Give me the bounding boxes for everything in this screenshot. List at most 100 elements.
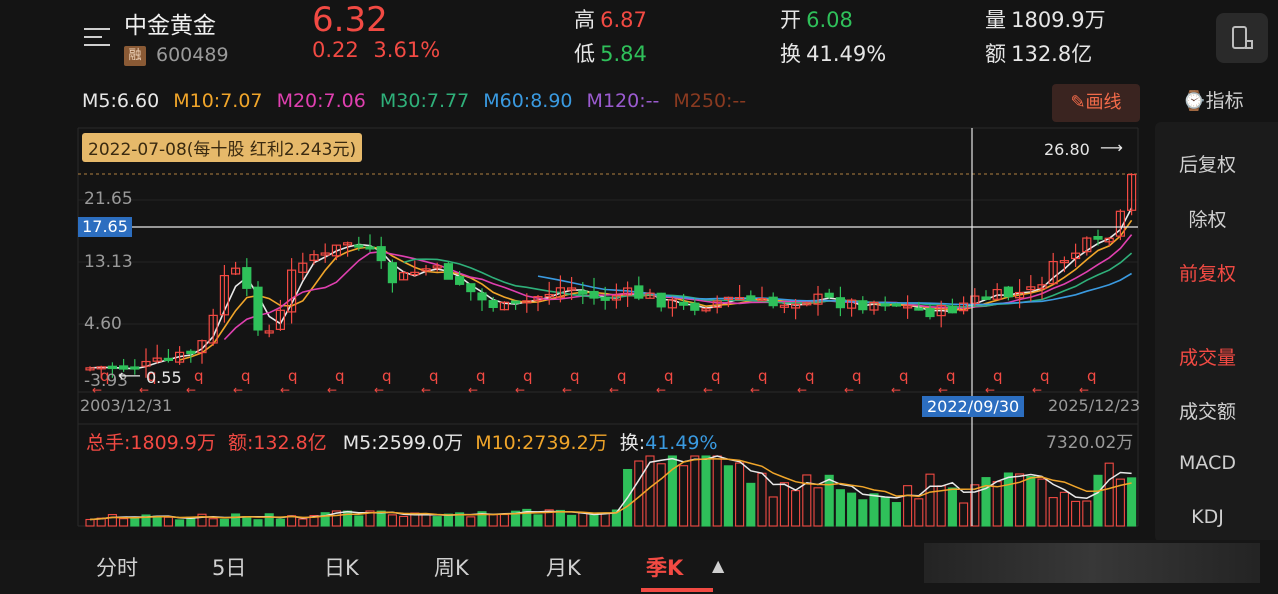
candle: [1093, 229, 1103, 246]
volume-bar: [679, 465, 689, 527]
volume-bar: [634, 460, 644, 527]
volume-bar: [231, 513, 241, 527]
candle-body: [186, 350, 196, 355]
crosshair-price-label: 17.65: [78, 217, 132, 237]
active-tab-indicator: [641, 588, 713, 592]
volume-turnover-value: 41.49%: [645, 432, 718, 454]
candle-body: [107, 365, 118, 370]
candle: [734, 284, 745, 301]
candle: [1037, 276, 1047, 300]
candle: [163, 349, 173, 363]
candle-body: [634, 285, 644, 299]
candle: [981, 290, 991, 301]
candle-body: [365, 246, 375, 250]
candle: [443, 261, 453, 280]
candle-body: [578, 290, 588, 295]
volume-bar: [959, 502, 969, 527]
candle: [287, 258, 297, 324]
volume-bar: [130, 517, 140, 527]
volume-bar: [488, 514, 498, 527]
volume-bar: [1071, 500, 1081, 527]
candle: [466, 283, 476, 301]
kline-chart[interactable]: q←q←q←q←q←q←q←q←q←q←q←q←q←q←q←q←q←q←q←q←…: [0, 0, 1278, 594]
volume-bar: [163, 516, 173, 527]
candle: [253, 281, 263, 336]
dividend-arrow-icon: ←: [327, 383, 337, 397]
volume-bar: [567, 514, 577, 527]
tab-monthly-k[interactable]: 月K: [546, 552, 581, 582]
candle-body: [477, 292, 487, 301]
candle: [902, 295, 913, 319]
volume-legend: 总手:1809.9万 额:132.8亿 M5:2599.0万 M10:2739.…: [86, 428, 718, 455]
volume-bar: [701, 455, 711, 527]
tab-daily-k[interactable]: 日K: [324, 552, 359, 582]
candle-body: [678, 301, 689, 306]
candle: [264, 324, 274, 338]
candle-body: [376, 246, 386, 262]
candle: [858, 296, 868, 314]
candle-body: [443, 263, 453, 280]
volume-bar: [1093, 474, 1103, 527]
volume-bar: [858, 499, 868, 527]
volume-bar: [242, 516, 252, 527]
dividend-arrow-icon: ←: [985, 383, 995, 397]
candle: [1104, 237, 1114, 247]
volume-bar: [399, 515, 409, 527]
candle-body: [455, 276, 465, 285]
volume-bar: [992, 481, 1002, 527]
candle-body: [511, 300, 521, 304]
volume-bar: [1104, 462, 1114, 527]
watermark: [924, 543, 1260, 583]
y-axis-label: 21.65: [84, 189, 133, 209]
volume-bar: [690, 455, 700, 527]
volume-bar: [264, 513, 274, 527]
volume-bar: [947, 487, 957, 527]
volume-turnover-label: 换:: [619, 432, 646, 454]
y-axis-label: 4.60: [84, 314, 122, 334]
candle-body: [858, 300, 868, 311]
volume-bar: [791, 490, 801, 527]
candle: [701, 307, 711, 313]
max-price-marker: 26.80: [1044, 140, 1090, 159]
candle: [589, 277, 599, 305]
min-arrow-icon: ⟵: [118, 366, 141, 385]
volume-bar: [1003, 472, 1013, 527]
candle: [511, 300, 521, 310]
tab-quarterly-k[interactable]: 季K: [646, 552, 683, 582]
candle: [656, 292, 666, 312]
candle-body: [746, 295, 756, 300]
tab-more-icon[interactable]: ▲: [712, 556, 724, 575]
candle-body: [387, 262, 397, 284]
candle: [947, 298, 958, 314]
dividend-arrow-icon: ←: [280, 383, 290, 397]
candle-body: [947, 305, 958, 314]
volume-bar: [735, 462, 745, 527]
volume-m10: M10:2739.2万: [475, 432, 608, 454]
candle-body: [914, 307, 924, 311]
dividend-tag[interactable]: 2022-07-08(每十股 红利2.243元): [82, 133, 363, 162]
candle: [365, 234, 375, 252]
candle: [488, 296, 498, 312]
volume-bar: [499, 513, 509, 527]
candle-body: [880, 303, 890, 307]
volume-bar: [723, 465, 733, 527]
volume-bar: [152, 515, 162, 527]
dividend-arrow-icon: ←: [891, 383, 901, 397]
y-axis-label: 13.13: [84, 252, 133, 272]
tab-intraday[interactable]: 分时: [96, 552, 138, 582]
tab-5day[interactable]: 5日: [212, 552, 246, 582]
volume-bar: [667, 455, 677, 527]
volume-bar: [343, 510, 353, 527]
volume-bar: [813, 487, 823, 527]
candle: [690, 298, 700, 316]
candle: [824, 288, 834, 299]
tab-weekly-k[interactable]: 周K: [434, 552, 469, 582]
dividend-arrow-icon: ←: [1079, 383, 1089, 397]
candle: [399, 271, 409, 281]
candle: [231, 261, 241, 276]
dividend-arrow-icon: ←: [703, 383, 713, 397]
start-date: 2003/12/31: [80, 396, 173, 415]
volume-bar: [1048, 497, 1058, 527]
candle: [611, 283, 622, 309]
volume-max-label: 7320.02万: [1046, 433, 1134, 453]
